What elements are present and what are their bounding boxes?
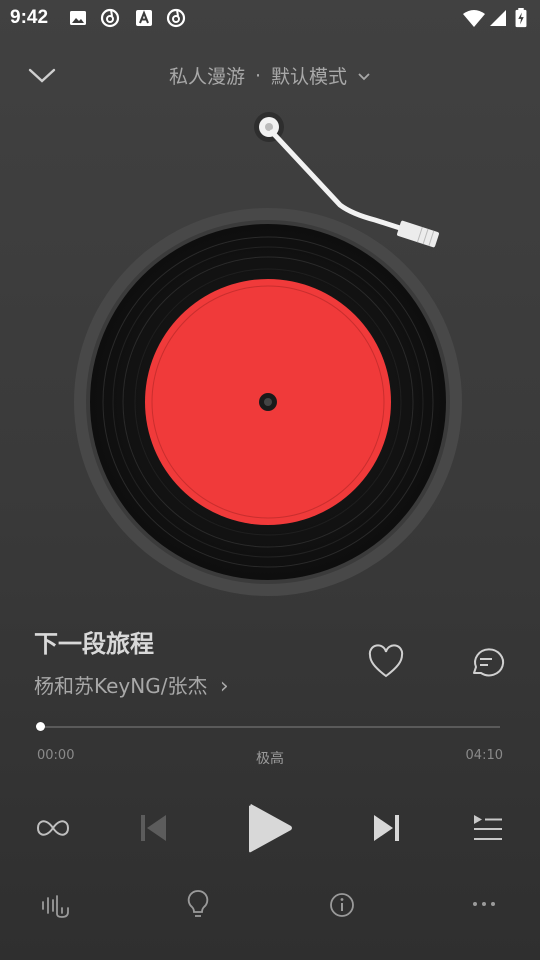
chevron-right-icon: ›	[219, 674, 229, 699]
artist-link[interactable]: 杨和苏KeyNG/张杰 ›	[34, 670, 229, 699]
font-a-icon	[136, 10, 152, 26]
lightbulb-icon[interactable]	[186, 889, 210, 921]
record-label	[145, 279, 391, 525]
wifi-icon	[463, 10, 485, 27]
playlist-icon[interactable]	[472, 812, 504, 844]
netease-music-icon	[100, 8, 120, 28]
progress-track[interactable]	[40, 726, 500, 728]
like-heart-icon[interactable]	[366, 642, 406, 682]
turntable	[74, 112, 462, 596]
progress-knob[interactable]	[36, 722, 45, 731]
more-icon[interactable]	[470, 896, 498, 912]
signal-icon	[490, 10, 506, 26]
battery-icon	[515, 8, 527, 28]
comment-icon[interactable]	[466, 642, 506, 682]
image-icon	[70, 11, 86, 25]
play-mode-header[interactable]: 私人漫游 · 默认模式	[0, 62, 540, 89]
loop-infinite-icon[interactable]	[34, 816, 72, 840]
next-icon[interactable]	[370, 812, 402, 844]
audio-effect-icon[interactable]	[40, 890, 72, 920]
status-time: 9:42	[10, 7, 49, 28]
netease-music-icon	[166, 8, 186, 28]
play-icon[interactable]	[246, 802, 294, 854]
info-icon[interactable]	[328, 891, 356, 919]
artist-name: 杨和苏KeyNG/张杰	[34, 674, 208, 698]
song-title: 下一段旅程	[34, 630, 154, 658]
duration-time: 04:10	[465, 748, 503, 763]
previous-icon[interactable]	[138, 812, 170, 844]
sub-mode-label: 默认模式	[271, 66, 348, 88]
mode-separator: ·	[254, 64, 261, 87]
chevron-down-icon	[358, 72, 370, 80]
quality-label[interactable]: 极高	[0, 748, 540, 768]
status-bar: 9:42	[0, 0, 540, 36]
mode-label: 私人漫游	[168, 66, 245, 88]
